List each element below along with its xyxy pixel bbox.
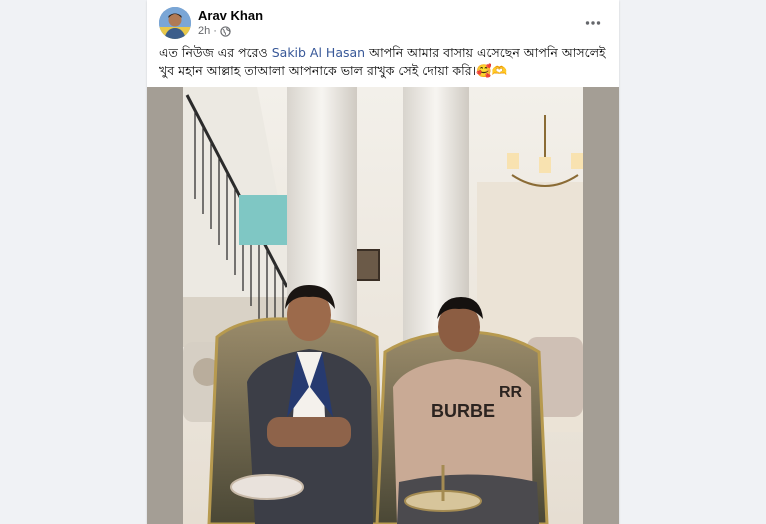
meta-separator: · <box>213 25 217 37</box>
post-text: এত নিউজ এর পরেও Sakib Al Hasan আপনি আমার… <box>159 44 609 80</box>
emoji-group: 🥰🫶 <box>476 63 508 78</box>
post-card: Arav Khan 2h · এত নিউজ এর পরেও Sakib Al … <box>147 0 619 524</box>
more-options-icon <box>585 21 601 25</box>
mention-link[interactable]: Sakib Al Hasan <box>272 45 365 60</box>
svg-text:RR: RR <box>499 384 523 401</box>
more-options-button[interactable] <box>581 11 605 35</box>
post-text-before: এত নিউজ এর পরেও <box>159 45 272 60</box>
post-photo[interactable]: BURBE RR <box>147 87 619 524</box>
globe-icon[interactable] <box>220 25 231 37</box>
author-avatar[interactable] <box>159 7 191 39</box>
author-name[interactable]: Arav Khan <box>198 8 263 23</box>
svg-text:BURBE: BURBE <box>431 401 495 421</box>
post-meta: 2h · <box>198 25 231 37</box>
photo-image: BURBE RR <box>147 87 619 524</box>
post-header: Arav Khan 2h · <box>147 0 619 44</box>
post-time[interactable]: 2h <box>198 25 210 37</box>
